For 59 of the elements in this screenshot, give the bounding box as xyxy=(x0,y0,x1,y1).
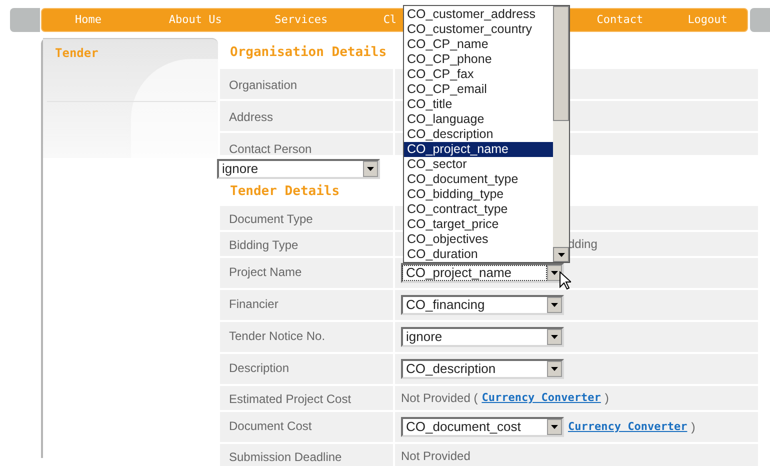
label-cell: Submission Deadline xyxy=(220,444,393,466)
nav-bar-end xyxy=(10,8,40,32)
label-cell: Document Cost xyxy=(220,412,393,442)
label-cell: Bidding Type xyxy=(220,232,393,256)
caret-icon xyxy=(367,167,374,171)
dropdown-option[interactable]: CO_CP_email xyxy=(404,82,553,97)
bracket-text: ) xyxy=(604,390,609,407)
label-cell: Project Name xyxy=(220,258,393,288)
dropdown-option[interactable]: CO_customer_address xyxy=(404,7,553,22)
section-title: Organisation Details xyxy=(230,44,387,62)
nav-bar-end xyxy=(750,8,770,32)
currency-converter-link[interactable]: Currency Converter xyxy=(482,390,601,406)
label-cell: Address xyxy=(220,101,393,131)
dropdown-button[interactable] xyxy=(547,329,562,345)
section-title: Tender Details xyxy=(230,183,340,201)
dropdown-button[interactable] xyxy=(547,419,562,435)
caret-icon xyxy=(551,335,558,339)
dropdown-button[interactable] xyxy=(363,161,378,177)
select-field[interactable]: CO_document_cost xyxy=(401,417,564,437)
dropdown-option[interactable]: CO_language xyxy=(404,112,553,127)
bracket-text: ) xyxy=(691,419,696,436)
caret-icon xyxy=(551,271,558,275)
label-cell: Description xyxy=(220,354,393,384)
dropdown-option[interactable]: CO_description xyxy=(404,127,553,142)
scroll-thumb[interactable] xyxy=(553,6,569,121)
label-cell: Document Type xyxy=(220,206,393,230)
dropdown-option[interactable]: CO_title xyxy=(404,97,553,112)
value-text: Not Provided xyxy=(401,448,470,465)
scroll-down-button[interactable] xyxy=(553,247,569,262)
label-cell: Tender Notice No. xyxy=(220,322,393,352)
dropdown-option[interactable]: CO_CP_fax xyxy=(404,67,553,82)
dropdown-option[interactable]: CO_customer_country xyxy=(404,22,553,37)
label-cell: Contact Person xyxy=(220,133,393,155)
dropdown-button[interactable] xyxy=(547,297,562,313)
dropdown-option[interactable]: CO_sector xyxy=(404,157,553,172)
select-field[interactable]: ignore xyxy=(401,327,564,347)
dropdown-option[interactable]: CO_objectives xyxy=(404,232,553,247)
caret-icon xyxy=(551,367,558,371)
select-field[interactable]: CO_project_name xyxy=(401,263,564,283)
select-field[interactable]: CO_description xyxy=(401,359,564,379)
select-field[interactable]: CO_financing xyxy=(401,295,564,315)
dropdown-button[interactable] xyxy=(547,361,562,377)
dropdown-option[interactable]: CO_bidding_type xyxy=(404,187,553,202)
caret-icon xyxy=(551,425,558,429)
select-field[interactable]: ignore xyxy=(217,159,380,179)
dropdown-option[interactable]: CO_contract_type xyxy=(404,202,553,217)
dropdown-option[interactable]: CO_document_type xyxy=(404,172,553,187)
caret-icon xyxy=(551,303,558,307)
value-text: Not Provided ( xyxy=(401,390,478,407)
label-cell: Organisation xyxy=(220,69,393,99)
sidebar-title: Tender xyxy=(55,45,100,62)
label-cell: Financier xyxy=(220,290,393,320)
dropdown-option[interactable]: CO_duration xyxy=(404,247,553,262)
dropdown-option[interactable]: CO_project_name xyxy=(404,142,553,157)
dropdown-option[interactable]: CO_CP_name xyxy=(404,37,553,52)
label-cell: Estimated Project Cost xyxy=(220,386,393,410)
dropdown-option[interactable]: CO_CP_phone xyxy=(404,52,553,67)
mouse-cursor-icon xyxy=(559,271,571,290)
currency-converter-link[interactable]: Currency Converter xyxy=(568,418,688,436)
